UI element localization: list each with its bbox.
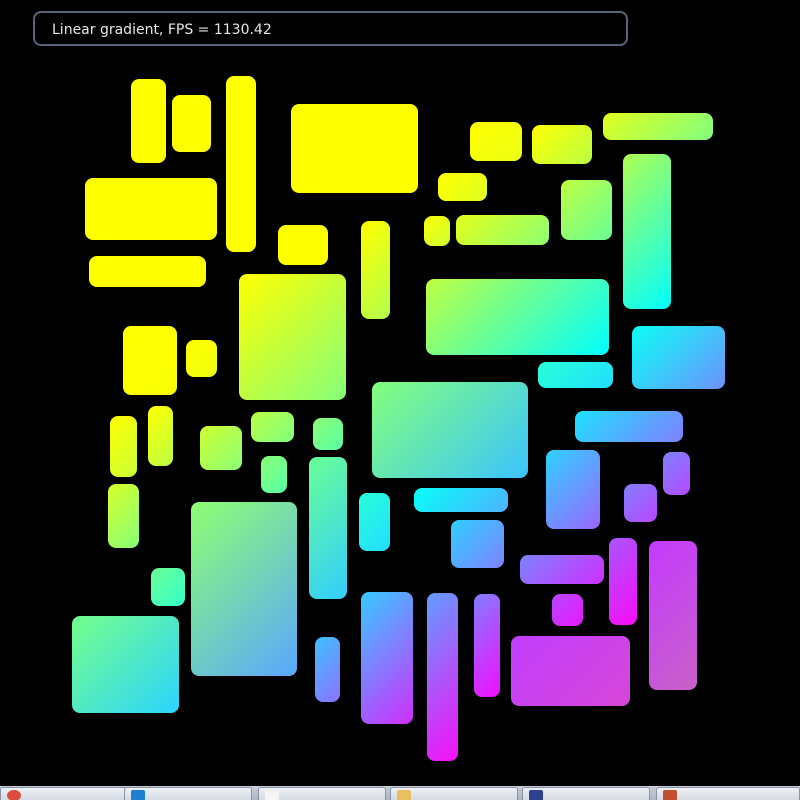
taskbar-button[interactable] — [656, 787, 800, 800]
gradient-rect — [624, 484, 657, 522]
gradient-rect — [309, 457, 347, 599]
gradient-rect — [261, 456, 287, 493]
gradient-rect — [291, 104, 418, 193]
gradient-rect — [123, 326, 177, 395]
gradient-rect — [361, 221, 390, 319]
gradient-rect — [172, 95, 211, 152]
gradient-rect — [575, 411, 683, 442]
gradient-rect — [649, 541, 697, 690]
gradient-canvas — [0, 0, 800, 786]
status-text: Linear gradient, FPS = 1130.42 — [52, 22, 272, 38]
gradient-rect — [663, 452, 690, 495]
gradient-rect — [438, 173, 487, 201]
gradient-rect — [226, 76, 256, 252]
gradient-rect — [191, 502, 297, 676]
gradient-rect — [89, 256, 206, 287]
gradient-rect — [85, 178, 217, 240]
taskbar-button[interactable] — [0, 787, 128, 800]
taskbar-button[interactable] — [124, 787, 252, 800]
gradient-rect — [538, 362, 613, 388]
gradient-rect — [561, 180, 612, 240]
gradient-rect — [151, 568, 185, 606]
status-box: Linear gradient, FPS = 1130.42 — [33, 11, 628, 46]
gradient-rect — [361, 592, 413, 724]
gradient-rect — [424, 216, 450, 246]
gradient-rect — [239, 274, 346, 400]
gradient-rect — [110, 416, 137, 477]
document-icon — [529, 790, 543, 800]
gradient-rect — [609, 538, 637, 625]
gradient-rect — [623, 154, 671, 309]
gradient-rect — [426, 279, 609, 355]
vscode-icon — [131, 790, 145, 800]
taskbar — [0, 786, 800, 800]
taskbar-button[interactable] — [258, 787, 386, 800]
gradient-rect — [552, 594, 583, 626]
gradient-rect — [186, 340, 217, 377]
gradient-rect — [108, 484, 139, 548]
folder-icon — [397, 790, 411, 800]
gradient-rect — [456, 215, 549, 245]
gradient-rect — [251, 412, 294, 442]
cat-app-icon — [265, 790, 279, 800]
gradient-rect — [451, 520, 504, 568]
gradient-rect — [131, 79, 166, 163]
gradient-rect — [359, 493, 390, 551]
gradient-rect — [200, 426, 242, 470]
gradient-rect — [520, 555, 604, 584]
gradient-rect — [532, 125, 592, 164]
taskbar-button[interactable] — [390, 787, 518, 800]
gradient-rect — [470, 122, 522, 161]
gradient-rect — [511, 636, 630, 706]
gradient-rect — [372, 382, 528, 478]
gradient-rect — [427, 593, 458, 761]
gradient-rect — [632, 326, 725, 389]
chrome-icon — [7, 790, 21, 800]
taskbar-button[interactable] — [522, 787, 650, 800]
paint-icon — [663, 790, 677, 800]
gradient-rect — [315, 637, 340, 702]
gradient-rect — [278, 225, 328, 265]
gradient-rect — [72, 616, 179, 713]
gradient-rect — [414, 488, 508, 512]
gradient-rect — [313, 418, 343, 450]
gradient-rect — [474, 594, 500, 697]
gradient-rect — [546, 450, 600, 529]
gradient-rect — [603, 113, 713, 140]
gradient-rect — [148, 406, 173, 466]
